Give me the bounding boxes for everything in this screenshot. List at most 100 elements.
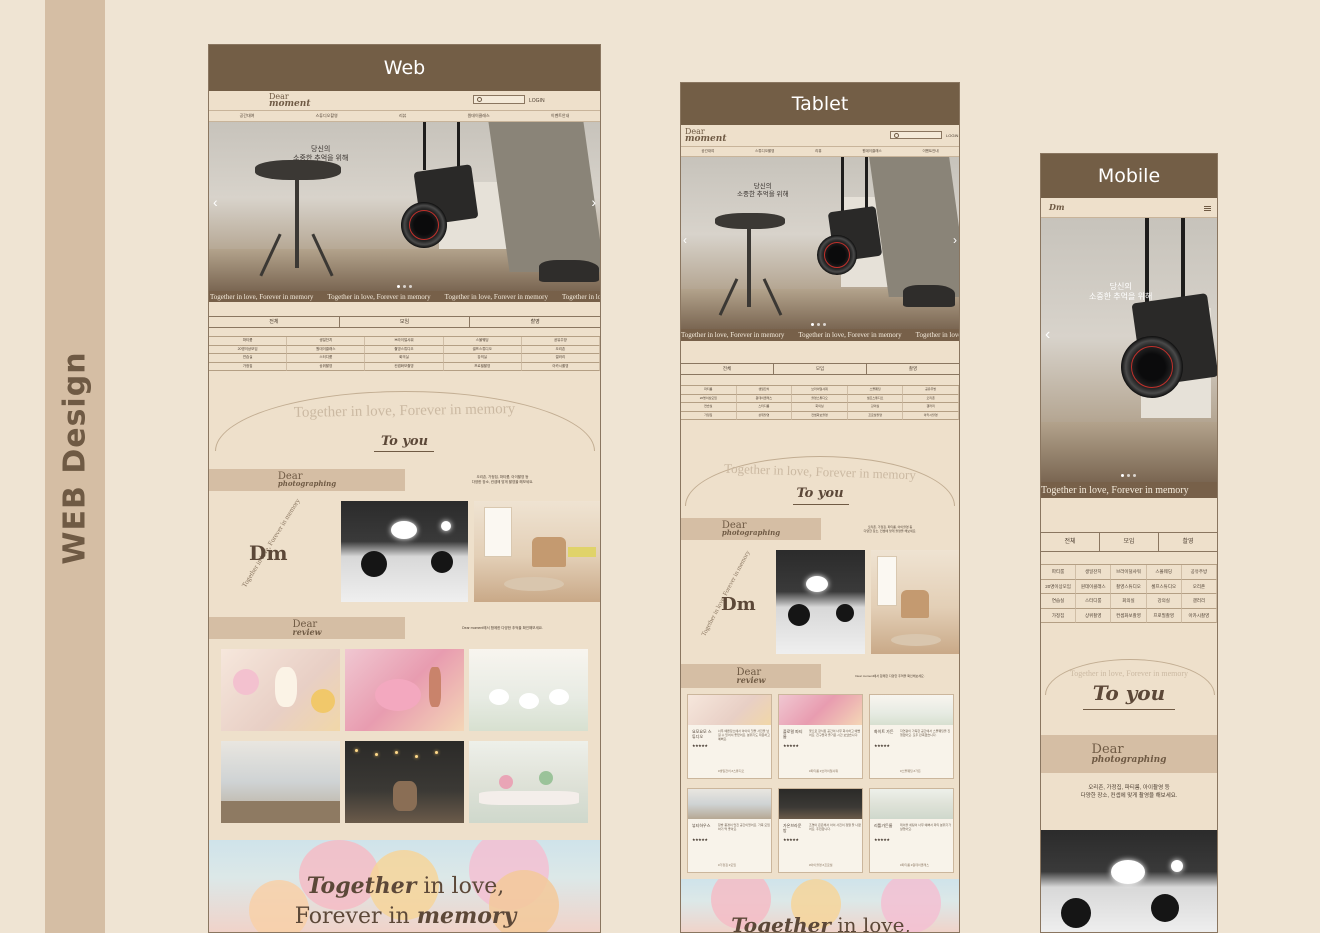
- category-item[interactable]: 원데이클래스: [1076, 579, 1112, 594]
- search-input[interactable]: [473, 95, 525, 104]
- category-item[interactable]: 촬영스튜디오: [365, 345, 444, 354]
- category-item[interactable]: 셀프스튜디오: [443, 345, 522, 354]
- chevron-right-icon[interactable]: ›: [953, 233, 957, 247]
- chevron-left-icon[interactable]: ‹: [683, 233, 687, 247]
- category-item[interactable]: 셀프스튜디오: [1146, 579, 1182, 594]
- category-item[interactable]: 프로필촬영: [1146, 608, 1182, 623]
- category-item[interactable]: 연습실: [681, 403, 737, 412]
- category-item[interactable]: 상위촬영: [1076, 608, 1112, 623]
- category-item[interactable]: 스터디룸: [1076, 594, 1112, 609]
- menu-item[interactable]: 공간대여: [240, 113, 255, 119]
- tab-all[interactable]: 전체: [209, 317, 340, 327]
- category-item[interactable]: 가정집: [681, 411, 737, 420]
- category-item[interactable]: 상위촬영: [287, 362, 366, 371]
- category-item[interactable]: 파티룸: [209, 337, 288, 346]
- brand-logo[interactable]: Dear moment: [685, 127, 726, 143]
- category-item[interactable]: 파티룸: [1041, 565, 1077, 580]
- login-link[interactable]: LOGIN: [529, 98, 545, 104]
- category-item[interactable]: 회의실: [1111, 594, 1147, 609]
- category-item[interactable]: 오리존: [1181, 579, 1217, 594]
- menu-item[interactable]: 리뷰: [815, 149, 821, 154]
- category-item[interactable]: 오리존: [521, 345, 600, 354]
- menu-item[interactable]: 스튜디오촬영: [316, 113, 338, 119]
- chevron-right-icon[interactable]: ›: [591, 194, 596, 210]
- category-item[interactable]: 갤러리: [903, 403, 959, 412]
- review-card[interactable]: 요모요모 스튜디오 ★★★★★ 너무 예쁜장소에서 아이의 첫돌 사진을 남길 …: [687, 694, 772, 779]
- category-item[interactable]: 연습실: [209, 354, 288, 363]
- category-item[interactable]: 회의실: [792, 403, 848, 412]
- category-item[interactable]: 촬영스튜디오: [1111, 579, 1147, 594]
- tab-all[interactable]: 전체: [681, 364, 774, 374]
- login-link[interactable]: LOGIN: [946, 133, 958, 138]
- category-item[interactable]: 셀프스튜디오: [847, 394, 904, 403]
- review-photo[interactable]: [345, 741, 464, 823]
- hamburger-menu-icon[interactable]: [1204, 206, 1211, 211]
- category-item[interactable]: 브라이덜샤워: [1111, 565, 1147, 580]
- category-item[interactable]: 갤러리: [1181, 594, 1217, 609]
- category-item[interactable]: 아카시촬영: [521, 362, 600, 371]
- search-input[interactable]: [890, 131, 942, 139]
- review-card[interactable]: 플로럴 파티룸 ★★★★★ 꽃으로 장식된 공간이 너무 화사하고 예뻤어요. …: [778, 694, 863, 779]
- tab-shooting[interactable]: 촬영: [867, 364, 959, 374]
- category-item[interactable]: 공유주방: [1181, 565, 1217, 580]
- category-item[interactable]: 컨셉화보촬영: [792, 411, 848, 420]
- tab-gathering[interactable]: 모임: [340, 317, 471, 327]
- category-item[interactable]: 연습실: [1041, 594, 1077, 609]
- category-item[interactable]: 스몰웨딩: [847, 386, 904, 395]
- category-item[interactable]: 상위촬영: [736, 411, 793, 420]
- category-item[interactable]: 공유주방: [521, 337, 600, 346]
- menu-item[interactable]: 이벤트안내: [551, 113, 569, 119]
- category-item[interactable]: 강의실: [443, 354, 522, 363]
- category-item[interactable]: 강의실: [847, 403, 904, 412]
- category-item[interactable]: 아카시촬영: [903, 411, 959, 420]
- category-item[interactable]: 공유주방: [903, 386, 959, 395]
- brand-logo[interactable]: Dear moment: [269, 92, 310, 108]
- slider-dots[interactable]: [1121, 474, 1136, 477]
- category-item[interactable]: 프로필촬영: [443, 362, 522, 371]
- category-item[interactable]: 오리존: [903, 394, 959, 403]
- tab-gathering[interactable]: 모임: [774, 364, 867, 374]
- brand-logo[interactable]: Dm: [1049, 203, 1064, 211]
- category-item[interactable]: 가정집: [209, 362, 288, 371]
- menu-item[interactable]: 원데이클래스: [468, 113, 490, 119]
- category-item[interactable]: 20명이상모임: [1041, 579, 1077, 594]
- category-item[interactable]: 원데이클래스: [736, 394, 793, 403]
- category-item[interactable]: 20명이상모임: [681, 394, 737, 403]
- menu-item[interactable]: 이벤트안내: [922, 149, 938, 154]
- category-item[interactable]: 브라이덜샤워: [792, 386, 848, 395]
- category-item[interactable]: 컨셉화보촬영: [1111, 608, 1147, 623]
- menu-item[interactable]: 스튜디오촬영: [755, 149, 774, 154]
- category-item[interactable]: 회의실: [365, 354, 444, 363]
- category-item[interactable]: 프로필촬영: [847, 411, 904, 420]
- category-item[interactable]: 갤러리: [521, 354, 600, 363]
- review-card[interactable]: 리틀가든룸 ★★★★★ 테이블 세팅이 너무 예뻐서 파티 분위기가 살았어요.…: [869, 788, 954, 873]
- category-item[interactable]: 생일잔치: [1076, 565, 1112, 580]
- category-item[interactable]: 20명이상모임: [209, 345, 288, 354]
- category-item[interactable]: 촬영스튜디오: [792, 394, 848, 403]
- category-item[interactable]: 스몰웨딩: [443, 337, 522, 346]
- slider-dots[interactable]: [397, 285, 412, 288]
- review-photo[interactable]: [469, 649, 588, 731]
- category-item[interactable]: 아카시촬영: [1181, 608, 1217, 623]
- chevron-left-icon[interactable]: ‹: [1045, 326, 1050, 344]
- review-card[interactable]: 뷰티하우스 ★★★★★ 창밖 풍경이 멋진 공간이었어요. 가족 모임하기 딱 …: [687, 788, 772, 873]
- review-photo[interactable]: [221, 649, 340, 731]
- menu-item[interactable]: 공간대여: [701, 149, 714, 154]
- review-card[interactable]: 가온브라운방 ★★★★★ 조명이 은은해서 아이 사진이 정말 잘 나왔어요. …: [778, 788, 863, 873]
- review-photo[interactable]: [345, 649, 464, 731]
- category-item[interactable]: 생일잔치: [287, 337, 366, 346]
- category-item[interactable]: 원데이클래스: [287, 345, 366, 354]
- review-card[interactable]: 화이트 가든 ★★★★★ 자연광이 가득한 공간에서 스몰웨딩을 진행했어요. …: [869, 694, 954, 779]
- category-item[interactable]: 컨셉화보촬영: [365, 362, 444, 371]
- category-item[interactable]: 스몰웨딩: [1146, 565, 1182, 580]
- chevron-left-icon[interactable]: ‹: [213, 194, 218, 210]
- tab-all[interactable]: 전체: [1041, 533, 1100, 551]
- slider-dots[interactable]: [811, 323, 826, 326]
- category-item[interactable]: 파티룸: [681, 386, 737, 395]
- review-photo[interactable]: [221, 741, 340, 823]
- review-photo[interactable]: [469, 741, 588, 823]
- category-item[interactable]: 스터디룸: [736, 403, 793, 412]
- menu-item[interactable]: 리뷰: [399, 113, 406, 119]
- category-item[interactable]: 스터디룸: [287, 354, 366, 363]
- tab-gathering[interactable]: 모임: [1100, 533, 1159, 551]
